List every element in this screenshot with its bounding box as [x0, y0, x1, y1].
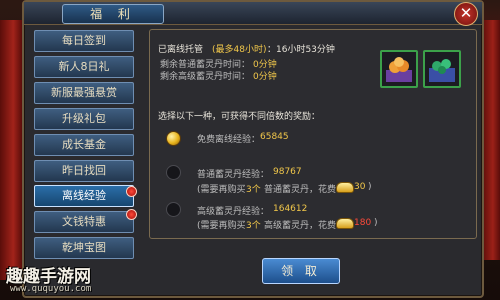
- normal-exp-value: 98767: [273, 167, 302, 177]
- advanced-note-c: 高级蓄灵丹，花费: [264, 221, 337, 231]
- gold-ingot-icon: [336, 218, 354, 229]
- normal-note-count: 3个: [246, 185, 261, 195]
- sidebar-item-offline-exp[interactable]: 离线经验: [34, 185, 134, 207]
- hosted-value: ：16小时53分钟: [267, 45, 335, 55]
- remain-advanced-value: 0分钟: [253, 72, 277, 82]
- sidebar-item-treasure-map[interactable]: 乾坤宝图: [34, 237, 134, 259]
- option-radio-advanced[interactable]: [166, 202, 181, 217]
- option-radio-normal[interactable]: [166, 165, 181, 180]
- sidebar-item-growth-fund[interactable]: 成长基金: [34, 134, 134, 156]
- welfare-window: 福 利 ✕ 每日签到 新人8日礼 新服最强悬赏 升级礼包 成长基金 昨日找回 离…: [22, 0, 484, 298]
- sidebar-item-levelup-gift[interactable]: 升级礼包: [34, 108, 134, 130]
- sidebar-item-new-server-bounty[interactable]: 新服最强悬赏: [34, 82, 134, 104]
- hosted-label: 已离线托管: [158, 45, 204, 55]
- window-titlebar: 福 利 ✕: [24, 2, 482, 26]
- peach-item-icon[interactable]: [380, 50, 418, 88]
- normal-note-c: 普通蓄灵丹，花费: [264, 185, 337, 195]
- gold-ingot-icon: [336, 182, 354, 193]
- sidebar-item-newbie-8day[interactable]: 新人8日礼: [34, 56, 134, 78]
- free-exp-label: 免费离线经验：: [197, 135, 261, 145]
- notification-dot: [126, 209, 137, 220]
- jade-item-icon[interactable]: [423, 50, 461, 88]
- window-title: 福 利: [62, 4, 164, 24]
- sidebar-item-daily-checkin[interactable]: 每日签到: [34, 30, 134, 52]
- advanced-exp-value: 164612: [273, 204, 308, 214]
- advanced-exp-label: 高级蓄灵丹经验：: [197, 207, 270, 217]
- close-icon[interactable]: ✕: [454, 2, 478, 26]
- right-curtain: [482, 20, 500, 260]
- choose-prompt: 选择以下一种，可获得不同倍数的奖励：: [158, 112, 321, 122]
- sidebar-item-coin-deal[interactable]: 文钱特惠: [34, 211, 134, 233]
- claim-button[interactable]: 领 取: [262, 258, 340, 284]
- advanced-note-a: (需要再购买: [197, 221, 246, 231]
- normal-cost: 30: [354, 182, 366, 192]
- sidebar-item-yesterday-recovery[interactable]: 昨日找回: [34, 160, 134, 182]
- gold-coin-icon[interactable]: [166, 131, 181, 146]
- notification-dot: [126, 186, 137, 197]
- watermark-url: www.ququyou.com: [10, 284, 92, 294]
- offline-exp-panel: 已离线托管 (最多48小时) ：16小时53分钟 剩余普通蓄灵丹时间： 0分钟 …: [149, 29, 477, 239]
- advanced-note-count: 3个: [246, 221, 261, 231]
- hosted-max: (最多48小时): [212, 45, 267, 55]
- left-curtain: [0, 20, 22, 280]
- sidebar: 每日签到 新人8日礼 新服最强悬赏 升级礼包 成长基金 昨日找回 离线经验 文钱…: [34, 30, 137, 292]
- remain-advanced-label: 剩余高级蓄灵丹时间：: [160, 72, 251, 82]
- normal-exp-label: 普通蓄灵丹经验：: [197, 170, 270, 180]
- advanced-cost: 180: [354, 218, 372, 228]
- free-exp-value: 65845: [260, 132, 289, 142]
- normal-note-close: ): [368, 182, 372, 192]
- advanced-note-close: ): [374, 218, 378, 228]
- normal-note-a: (需要再购买: [197, 185, 246, 195]
